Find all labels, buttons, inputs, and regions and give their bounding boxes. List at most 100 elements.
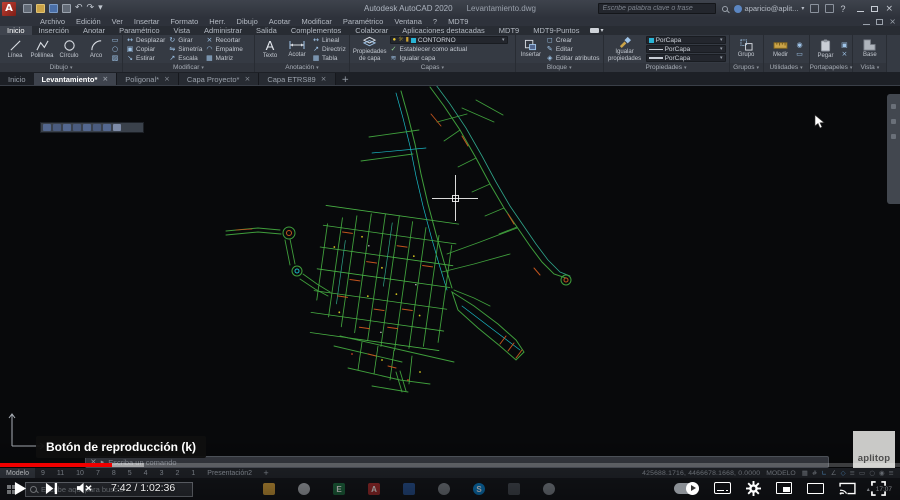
- panel-label-anotacion[interactable]: Anotación: [255, 63, 349, 72]
- ribbon-tab-anotar[interactable]: Anotar: [76, 26, 112, 35]
- toolbar-icon[interactable]: [43, 124, 51, 131]
- ribbon-tab-mdt[interactable]: MDT9: [492, 26, 526, 35]
- menu-archivo[interactable]: Archivo: [40, 17, 65, 26]
- toolbar-icon[interactable]: [53, 124, 61, 131]
- linetype-select[interactable]: PorCapa: [645, 45, 726, 53]
- ribbon-tab-inicio[interactable]: Inicio: [0, 26, 32, 35]
- redo-icon[interactable]: ↷: [87, 4, 95, 13]
- hatch-button[interactable]: ▨: [111, 54, 119, 62]
- next-button[interactable]: [45, 482, 58, 495]
- polyline-button[interactable]: Polilínea: [30, 39, 54, 59]
- play-button[interactable]: [14, 481, 27, 496]
- panel-label-grupos[interactable]: Grupos: [729, 63, 763, 72]
- new-file-icon[interactable]: [23, 4, 32, 13]
- subtitles-button[interactable]: [714, 482, 731, 494]
- file-tab-levantamiento[interactable]: Levantamiento* ×: [33, 73, 118, 85]
- notifications-icon[interactable]: [825, 4, 835, 13]
- toolbar-icon[interactable]: [113, 124, 121, 131]
- toolbar-icon[interactable]: [103, 124, 111, 131]
- close-icon[interactable]: ×: [885, 4, 893, 13]
- layer-select[interactable]: ● ☼ ▮ CONTORNO: [389, 36, 508, 44]
- mirror-button[interactable]: ⇋ Simetría: [168, 45, 202, 53]
- quick-measure-button[interactable]: ◉: [796, 41, 804, 49]
- ribbon-tab-colaborar[interactable]: Colaborar: [348, 26, 395, 35]
- panel-label-portapapeles[interactable]: Portapapeles: [809, 63, 853, 72]
- menu-parametrico[interactable]: Paramétrico: [343, 17, 383, 26]
- drawing-canvas[interactable]: [0, 86, 900, 468]
- layer-properties-button[interactable]: Propiedades de capa: [353, 36, 387, 62]
- close-tab-icon[interactable]: ×: [164, 75, 170, 83]
- paste-button[interactable]: Pegar: [813, 39, 837, 59]
- cast-button[interactable]: [839, 482, 856, 495]
- panel-label-modificar[interactable]: Modificar: [123, 63, 254, 72]
- floating-toolbar[interactable]: [40, 122, 144, 133]
- palette-bar[interactable]: [887, 94, 900, 204]
- menu-modificar[interactable]: Modificar: [301, 17, 331, 26]
- menu-ventana[interactable]: Ventana: [394, 17, 422, 26]
- menu-formato[interactable]: Formato: [170, 17, 198, 26]
- panel-label-dibujo[interactable]: Dibujo: [0, 63, 122, 72]
- volume-muted-button[interactable]: [76, 481, 93, 495]
- edit-block-button[interactable]: ✎ Editar: [546, 45, 600, 53]
- doc-close-icon[interactable]: ×: [889, 17, 896, 25]
- dimension-button[interactable]: Acotar: [285, 39, 309, 58]
- share-icon[interactable]: [810, 4, 820, 13]
- match-properties-button[interactable]: Igualar propiedades: [607, 36, 643, 62]
- file-tab-capa-proyecto[interactable]: Capa Proyecto* ×: [178, 73, 260, 85]
- ribbon-tab-vista[interactable]: Vista: [167, 26, 198, 35]
- menu-acotar[interactable]: Acotar: [269, 17, 291, 26]
- copy-clip-button[interactable]: ▣: [840, 41, 848, 49]
- match-layer-button[interactable]: ≋ Igualar capa: [390, 54, 512, 62]
- minimize-icon[interactable]: [857, 6, 865, 12]
- help-search-input[interactable]: [597, 3, 716, 14]
- linear-dim-button[interactable]: ↔ Lineal: [312, 36, 346, 44]
- menu-ver[interactable]: Ver: [112, 17, 123, 26]
- leader-button[interactable]: ↗ Directriz: [312, 45, 346, 53]
- toolbar-icon[interactable]: [63, 124, 71, 131]
- toolbar-icon[interactable]: [83, 124, 91, 131]
- stretch-button[interactable]: ↘ Estirar: [126, 54, 165, 62]
- print-icon[interactable]: [62, 4, 71, 13]
- close-tab-icon[interactable]: ×: [102, 75, 108, 83]
- color-select[interactable]: PorCapa: [645, 36, 726, 44]
- panel-label-capas[interactable]: Capas: [349, 63, 515, 72]
- file-tab-capa-etrs89[interactable]: Capa ETRS89 ×: [259, 73, 336, 85]
- settings-button[interactable]: [746, 480, 761, 496]
- menu-mdt[interactable]: MDT9: [448, 17, 468, 26]
- base-view-button[interactable]: Base: [858, 39, 882, 58]
- search-icon[interactable]: [721, 5, 728, 12]
- undo-icon[interactable]: ↶: [75, 4, 83, 13]
- fullscreen-button[interactable]: [871, 480, 886, 496]
- line-button[interactable]: Línea: [3, 39, 27, 59]
- ribbon-display-toggle[interactable]: ▾: [590, 26, 606, 35]
- menu-insertar[interactable]: Insertar: [134, 17, 159, 26]
- set-current-layer-button[interactable]: ✓ Establecer como actual: [390, 45, 512, 53]
- menu-dibujo[interactable]: Dibujo: [237, 17, 258, 26]
- new-drawing-tab-button[interactable]: +: [336, 75, 356, 85]
- ribbon-tab-aplicaciones[interactable]: Aplicaciones destacadas: [395, 26, 492, 35]
- ribbon-tab-insercion[interactable]: Inserción: [32, 26, 76, 35]
- file-tab-poligonal[interactable]: Poligonal* ×: [117, 73, 179, 85]
- panel-label-propiedades[interactable]: Propiedades: [603, 63, 729, 72]
- menu-edicion[interactable]: Edición: [76, 17, 101, 26]
- open-file-icon[interactable]: [36, 4, 45, 13]
- fillet-button[interactable]: ◠ Empalme: [205, 45, 243, 53]
- ribbon-tab-parametrico[interactable]: Paramétrico: [112, 26, 166, 35]
- restore-icon[interactable]: [871, 5, 879, 12]
- scale-button[interactable]: ↗ Escala: [168, 54, 202, 62]
- panel-label-utilidades[interactable]: Utilidades: [763, 63, 809, 72]
- theater-mode-button[interactable]: [807, 482, 824, 494]
- rotate-button[interactable]: ↻ Girar: [168, 36, 202, 44]
- menu-herramientas[interactable]: Herr.: [209, 17, 225, 26]
- account-menu[interactable]: aparicio@aplit... ▾: [733, 4, 804, 13]
- help-menu[interactable]: ?: [840, 4, 845, 14]
- ribbon-tab-complementos[interactable]: Complementos: [284, 26, 348, 35]
- ellipse-button[interactable]: ○: [111, 45, 119, 53]
- autoplay-toggle[interactable]: [674, 481, 699, 495]
- measure-button[interactable]: Medir: [769, 40, 793, 58]
- toolbar-icon[interactable]: [73, 124, 81, 131]
- arc-button[interactable]: Arco: [84, 39, 108, 59]
- close-tab-icon[interactable]: ×: [244, 75, 250, 83]
- circle-button[interactable]: Círculo: [57, 39, 81, 59]
- toolbar-icon[interactable]: [93, 124, 101, 131]
